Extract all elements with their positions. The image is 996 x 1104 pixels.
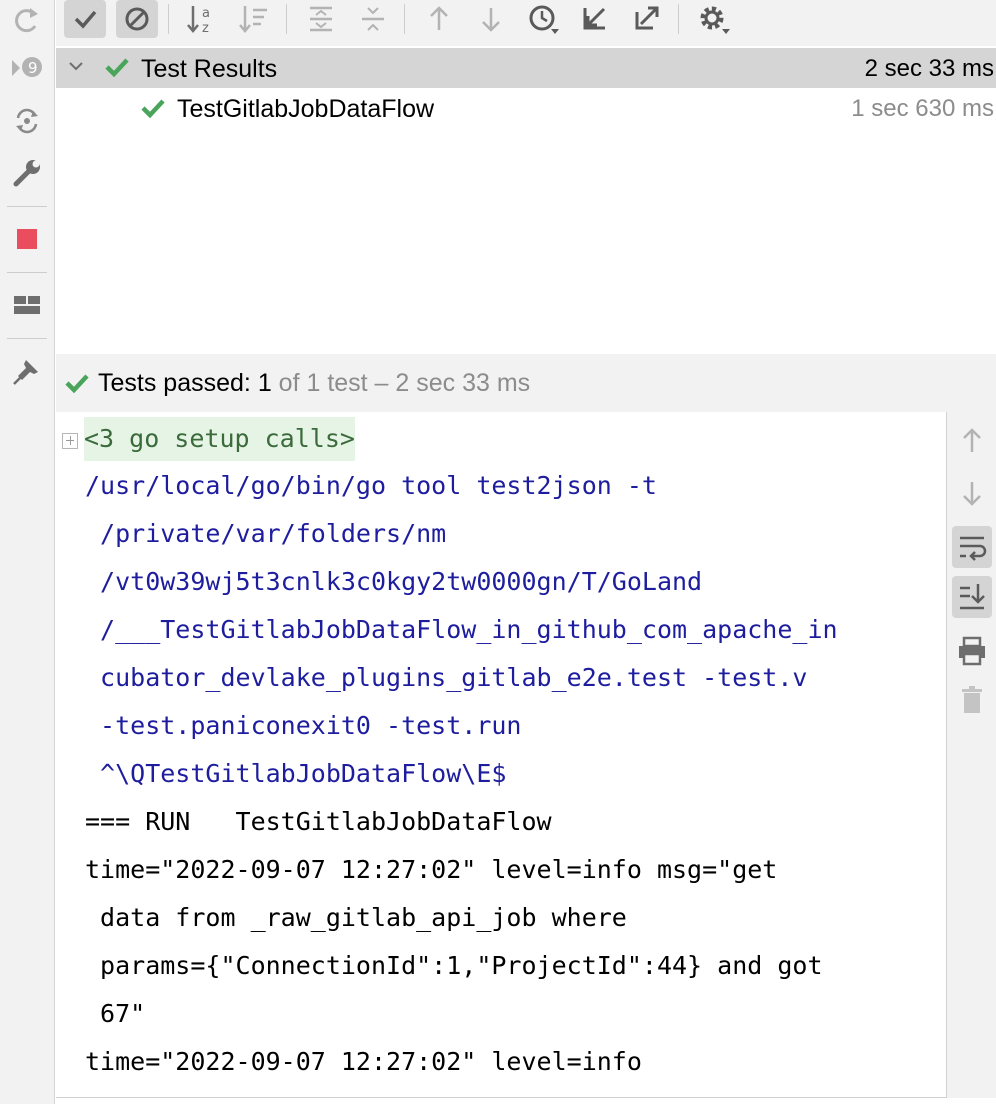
pin-icon <box>8 352 46 390</box>
stop-button[interactable] <box>8 220 46 258</box>
tree-row-test[interactable]: TestGitlabJobDataFlow 1 sec 630 ms <box>56 88 996 128</box>
tree-root-label: Test Results <box>141 55 278 83</box>
scroll-up-icon <box>952 420 992 462</box>
layout-icon <box>8 286 46 324</box>
sort-alphabetically-button[interactable]: az <box>182 0 224 38</box>
svg-text:9: 9 <box>28 59 38 77</box>
previous-failed-icon <box>418 0 460 38</box>
scroll-to-end-icon <box>952 576 992 618</box>
rerun-failed-icon: 9 <box>8 50 46 88</box>
separator <box>7 338 47 339</box>
previous-failed-button[interactable] <box>418 0 460 38</box>
status-suffix: of 1 test – 2 sec 33 ms <box>278 369 531 397</box>
pin-button[interactable] <box>8 352 46 390</box>
next-failed-icon <box>470 0 512 38</box>
rerun-failed-button[interactable]: 9 <box>8 50 46 88</box>
sort-by-duration-button[interactable] <box>234 0 276 38</box>
svg-text:a: a <box>202 6 210 21</box>
show-passed-icon <box>64 0 106 38</box>
top-toolbar: az <box>56 0 996 46</box>
separator <box>168 4 169 34</box>
console-line: params={"ConnectionId":1,"ProjectId":44}… <box>85 951 823 980</box>
console-line: cubator_devlake_plugins_gitlab_e2e.test … <box>85 663 808 692</box>
console-line: /___TestGitlabJobDataFlow_in_github_com_… <box>85 615 838 644</box>
scroll-down-icon <box>952 472 992 514</box>
print-icon <box>952 630 992 672</box>
console-line: /usr/local/go/bin/go tool test2json -t <box>85 471 657 500</box>
console-line: data from _raw_gitlab_api_job where <box>85 903 627 932</box>
separator <box>404 4 405 34</box>
status-bar: Tests passed: 1 of 1 test – 2 sec 33 ms <box>56 354 996 412</box>
soft-wrap-button[interactable] <box>952 526 992 568</box>
settings-gear-button[interactable] <box>692 0 734 38</box>
passed-check-icon <box>140 96 166 120</box>
rerun-button[interactable] <box>8 2 46 40</box>
passed-check-icon <box>64 371 90 395</box>
console-line: -test.paniconexit0 -test.run <box>85 711 522 740</box>
toggle-auto-test-button[interactable] <box>8 102 46 140</box>
console-output[interactable]: <3 go setup calls> /usr/local/go/bin/go … <box>56 412 947 1098</box>
expand-fold-icon[interactable] <box>62 433 78 449</box>
console-toolbar <box>947 412 996 1098</box>
test-tree: Test Results 2 sec 33 ms TestGitlabJobDa… <box>56 46 996 354</box>
expand-all-button[interactable] <box>300 0 342 38</box>
export-tests-icon <box>626 0 668 38</box>
toggle-auto-test-icon <box>8 102 46 140</box>
separator <box>678 4 679 34</box>
settings-gear-icon <box>692 0 734 38</box>
tree-test-label: TestGitlabJobDataFlow <box>177 95 435 123</box>
print-button[interactable] <box>952 630 992 672</box>
scroll-down-button[interactable] <box>952 472 992 514</box>
sort-alphabetically-icon: az <box>182 0 224 38</box>
scroll-to-end-button[interactable] <box>952 576 992 618</box>
console-line: time="2022-09-07 12:27:02" level=info <box>85 1047 642 1076</box>
chevron-down-icon[interactable] <box>66 56 86 76</box>
left-toolbar: 9 <box>0 0 55 1104</box>
import-tests-icon <box>574 0 616 38</box>
show-ignored-button[interactable] <box>116 0 158 38</box>
settings-wrench-button[interactable] <box>8 154 46 192</box>
test-history-button[interactable] <box>522 0 564 38</box>
test-history-icon <box>522 0 564 38</box>
status-passed-count: 1 <box>257 369 272 397</box>
import-tests-button[interactable] <box>574 0 616 38</box>
tree-test-duration: 1 sec 630 ms <box>851 95 994 122</box>
console-line: /vt0w39wj5t3cnlk3c0kgy2tw0000gn/T/GoLand <box>85 567 703 596</box>
fold-label[interactable]: <3 go setup calls> <box>84 417 355 461</box>
separator <box>286 4 287 34</box>
svg-text:z: z <box>202 21 209 36</box>
status-summary: Tests passed: 1 of 1 test – 2 sec 33 ms <box>98 369 530 398</box>
layout-button[interactable] <box>8 286 46 324</box>
console-line: 67" <box>85 999 146 1028</box>
separator <box>7 272 47 273</box>
status-prefix: Tests passed: <box>98 369 251 397</box>
sort-by-duration-icon <box>234 0 276 38</box>
collapse-all-icon <box>352 0 394 38</box>
collapse-all-button[interactable] <box>352 0 394 38</box>
clear-all-icon <box>952 680 992 722</box>
show-passed-button[interactable] <box>64 0 106 38</box>
console-line: ^\QTestGitlabJobDataFlow\E$ <box>85 759 507 788</box>
show-ignored-icon <box>116 0 158 38</box>
tree-row-root[interactable]: Test Results 2 sec 33 ms <box>56 48 996 88</box>
settings-wrench-icon <box>8 154 46 192</box>
console-line: /private/var/folders/nm <box>85 519 447 548</box>
fold-region[interactable]: <3 go setup calls> <box>56 414 936 462</box>
expand-all-icon <box>300 0 342 38</box>
next-failed-button[interactable] <box>470 0 512 38</box>
export-tests-button[interactable] <box>626 0 668 38</box>
passed-check-icon <box>104 55 130 79</box>
soft-wrap-icon <box>952 526 992 568</box>
clear-all-button[interactable] <box>952 680 992 722</box>
stop-icon <box>8 220 46 258</box>
console-line: === RUN TestGitlabJobDataFlow <box>85 807 552 836</box>
scroll-up-button[interactable] <box>952 420 992 462</box>
separator <box>7 206 47 207</box>
tree-root-duration: 2 sec 33 ms <box>864 55 994 82</box>
console-line: time="2022-09-07 12:27:02" level=info ms… <box>85 855 778 884</box>
rerun-icon <box>8 2 46 40</box>
